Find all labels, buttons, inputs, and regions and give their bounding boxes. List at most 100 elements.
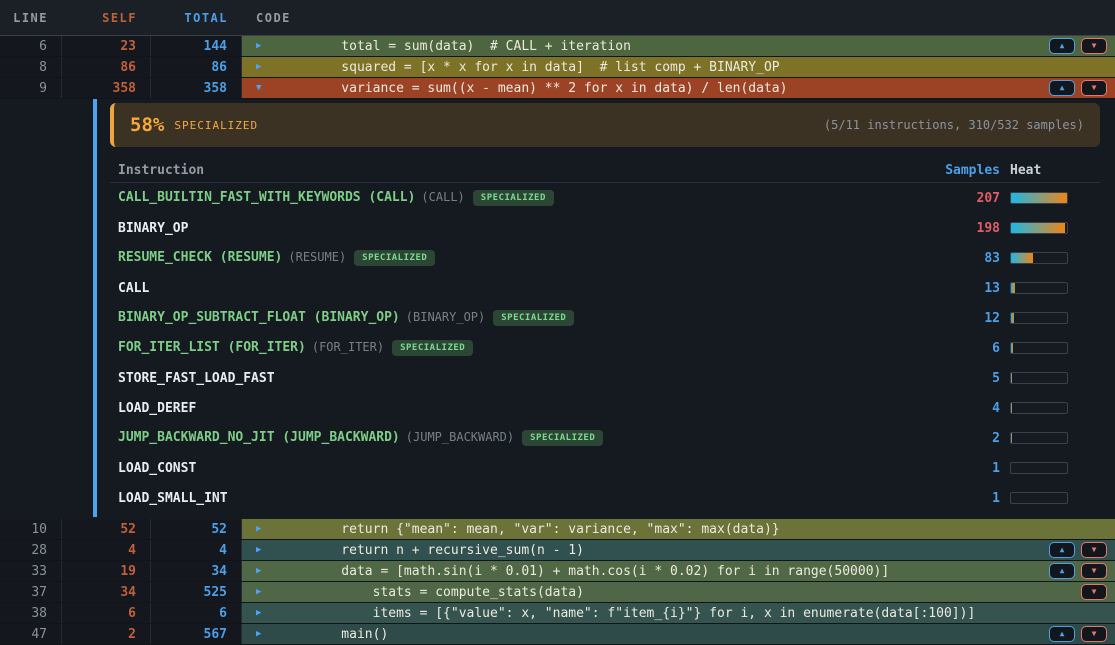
row-buttons: ▼ <box>1081 584 1107 600</box>
instruction-row: STORE_FAST_LOAD_FAST5 <box>110 363 1100 393</box>
move-up-button[interactable]: ▲ <box>1049 626 1075 642</box>
heat-bar <box>1010 282 1068 294</box>
self-samples: 4 <box>62 540 151 560</box>
specialized-badge: SPECIALIZED <box>522 430 603 446</box>
base-opcode: (RESUME) <box>288 250 346 264</box>
code-cell: ▶ stats = compute_stats(data)▼ <box>242 582 1115 602</box>
instruction-name-cell: JUMP_BACKWARD_NO_JIT (JUMP_BACKWARD)(JUM… <box>118 430 940 446</box>
total-samples: 144 <box>151 36 242 56</box>
instruction-row: LOAD_SMALL_INT1 <box>110 483 1100 513</box>
move-down-button[interactable]: ▼ <box>1081 563 1107 579</box>
code-row: 88686▶ squared = [x * x for x in data] #… <box>0 57 1115 77</box>
expand-arrow-icon[interactable]: ▶ <box>256 62 310 72</box>
self-samples: 2 <box>62 624 151 644</box>
expand-arrow-icon[interactable]: ▶ <box>256 41 310 51</box>
column-header-self[interactable]: SELF <box>62 0 151 35</box>
instruction-name: CALL_BUILTIN_FAST_WITH_KEYWORDS (CALL) <box>118 190 415 205</box>
code-text: items = [{"value": x, "name": f"item_{i}… <box>310 606 975 621</box>
expand-arrow-icon[interactable]: ▶ <box>256 545 310 555</box>
instruction-name-cell: LOAD_CONST <box>118 461 940 476</box>
instruction-rows: CALL_BUILTIN_FAST_WITH_KEYWORDS (CALL) (C… <box>110 183 1100 513</box>
base-opcode: (CALL) <box>421 190 464 204</box>
move-up-button[interactable]: ▲ <box>1049 80 1075 96</box>
move-down-button[interactable]: ▼ <box>1081 542 1107 558</box>
code-row: 105252▶ return {"mean": mean, "var": var… <box>0 519 1115 539</box>
self-samples: 19 <box>62 561 151 581</box>
heat-bar <box>1010 462 1068 474</box>
heat-bar <box>1010 402 1068 414</box>
line-number: 6 <box>0 36 62 56</box>
code-row: 2844▶ return n + recursive_sum(n - 1)▲▼ <box>0 540 1115 560</box>
instruction-name-cell: STORE_FAST_LOAD_FAST <box>118 371 940 386</box>
specialized-percent: 58% <box>130 114 164 136</box>
line-number: 37 <box>0 582 62 602</box>
specialized-badge: SPECIALIZED <box>354 250 435 266</box>
instruction-name: FOR_ITER_LIST (FOR_ITER) <box>118 340 306 355</box>
code-cell: ▶ return n + recursive_sum(n - 1)▲▼ <box>242 540 1115 560</box>
expand-arrow-icon[interactable]: ▶ <box>256 587 310 597</box>
row-buttons: ▲▼ <box>1049 542 1107 558</box>
code-text: total = sum(data) # CALL + iteration <box>310 39 631 54</box>
heat-bar-fill <box>1011 433 1012 443</box>
instruction-name-cell: BINARY_OP_SUBTRACT_FLOAT (BINARY_OP)(BIN… <box>118 310 940 326</box>
code-cell: ▶ total = sum(data) # CALL + iteration▲▼ <box>242 36 1115 56</box>
self-samples: 23 <box>62 36 151 56</box>
heat-bar-fill <box>1011 283 1015 293</box>
heat-bar <box>1010 222 1068 234</box>
move-up-button[interactable]: ▲ <box>1049 38 1075 54</box>
code-cell: ▶ data = [math.sin(i * 0.01) + math.cos(… <box>242 561 1115 581</box>
heat-bar-fill <box>1011 403 1012 413</box>
code-row: 331934▶ data = [math.sin(i * 0.01) + mat… <box>0 561 1115 581</box>
expand-arrow-icon[interactable]: ▶ <box>256 566 310 576</box>
self-samples: 358 <box>62 78 151 98</box>
expand-arrow-icon[interactable]: ▶ <box>256 608 310 618</box>
line-number: 28 <box>0 540 62 560</box>
row-buttons: ▲▼ <box>1049 38 1107 54</box>
move-down-button[interactable]: ▼ <box>1081 38 1107 54</box>
code-cell: ▶ main()▲▼ <box>242 624 1115 644</box>
code-row: 9358358▼ variance = sum((x - mean) ** 2 … <box>0 78 1115 98</box>
total-samples: 525 <box>151 582 242 602</box>
line-number: 33 <box>0 561 62 581</box>
instruction-name-cell: RESUME_CHECK (RESUME) (RESUME) SPECIALIZED <box>118 250 940 266</box>
heat-bar <box>1010 312 1068 324</box>
heat-bar <box>1010 192 1068 204</box>
specialization-banner: 58% SPECIALIZED (5/11 instructions, 310/… <box>110 103 1100 147</box>
instruction-name-cell: BINARY_OP <box>118 221 940 236</box>
move-up-button[interactable]: ▲ <box>1049 542 1075 558</box>
heat-bar-fill <box>1011 253 1033 263</box>
sample-count: 2 <box>940 431 1000 446</box>
code-row: 3734525▶ stats = compute_stats(data)▼ <box>0 582 1115 602</box>
move-down-button[interactable]: ▼ <box>1081 80 1107 96</box>
total-samples: 86 <box>151 57 242 77</box>
heat-bar <box>1010 372 1068 384</box>
instruction-name-cell: CALL_BUILTIN_FAST_WITH_KEYWORDS (CALL) (C… <box>118 190 940 206</box>
instruction-name-cell: LOAD_DEREF <box>118 401 940 416</box>
expand-arrow-icon[interactable]: ▶ <box>256 629 310 639</box>
total-samples: 34 <box>151 561 242 581</box>
move-up-button[interactable]: ▲ <box>1049 563 1075 579</box>
column-header-total[interactable]: TOTAL <box>151 0 242 35</box>
total-samples: 4 <box>151 540 242 560</box>
heat-bar-fill <box>1011 373 1012 383</box>
base-opcode: (BINARY_OP) <box>406 310 485 324</box>
total-samples: 52 <box>151 519 242 539</box>
specialized-stats: (5/11 instructions, 310/532 samples) <box>824 118 1084 132</box>
instruction-table-header: Instruction Samples Heat <box>110 159 1100 183</box>
sample-count: 12 <box>940 311 1000 326</box>
instruction-row: BINARY_OP198 <box>110 213 1100 243</box>
code-cell: ▶ squared = [x * x for x in data] # list… <box>242 57 1115 77</box>
instruction-name: RESUME_CHECK (RESUME) <box>118 250 282 265</box>
specialized-label: SPECIALIZED <box>174 119 258 132</box>
move-down-button[interactable]: ▼ <box>1081 584 1107 600</box>
instruction-row: FOR_ITER_LIST (FOR_ITER)(FOR_ITER)SPECIA… <box>110 333 1100 363</box>
heat-bar <box>1010 252 1068 264</box>
column-header-line: LINE <box>0 0 62 35</box>
expand-arrow-icon[interactable]: ▶ <box>256 524 310 534</box>
column-header-samples[interactable]: Samples <box>940 163 1000 178</box>
heat-bar <box>1010 432 1068 444</box>
code-text: squared = [x * x for x in data] # list c… <box>310 60 780 75</box>
collapse-arrow-icon[interactable]: ▼ <box>256 83 310 93</box>
move-down-button[interactable]: ▼ <box>1081 626 1107 642</box>
row-buttons: ▲▼ <box>1049 563 1107 579</box>
